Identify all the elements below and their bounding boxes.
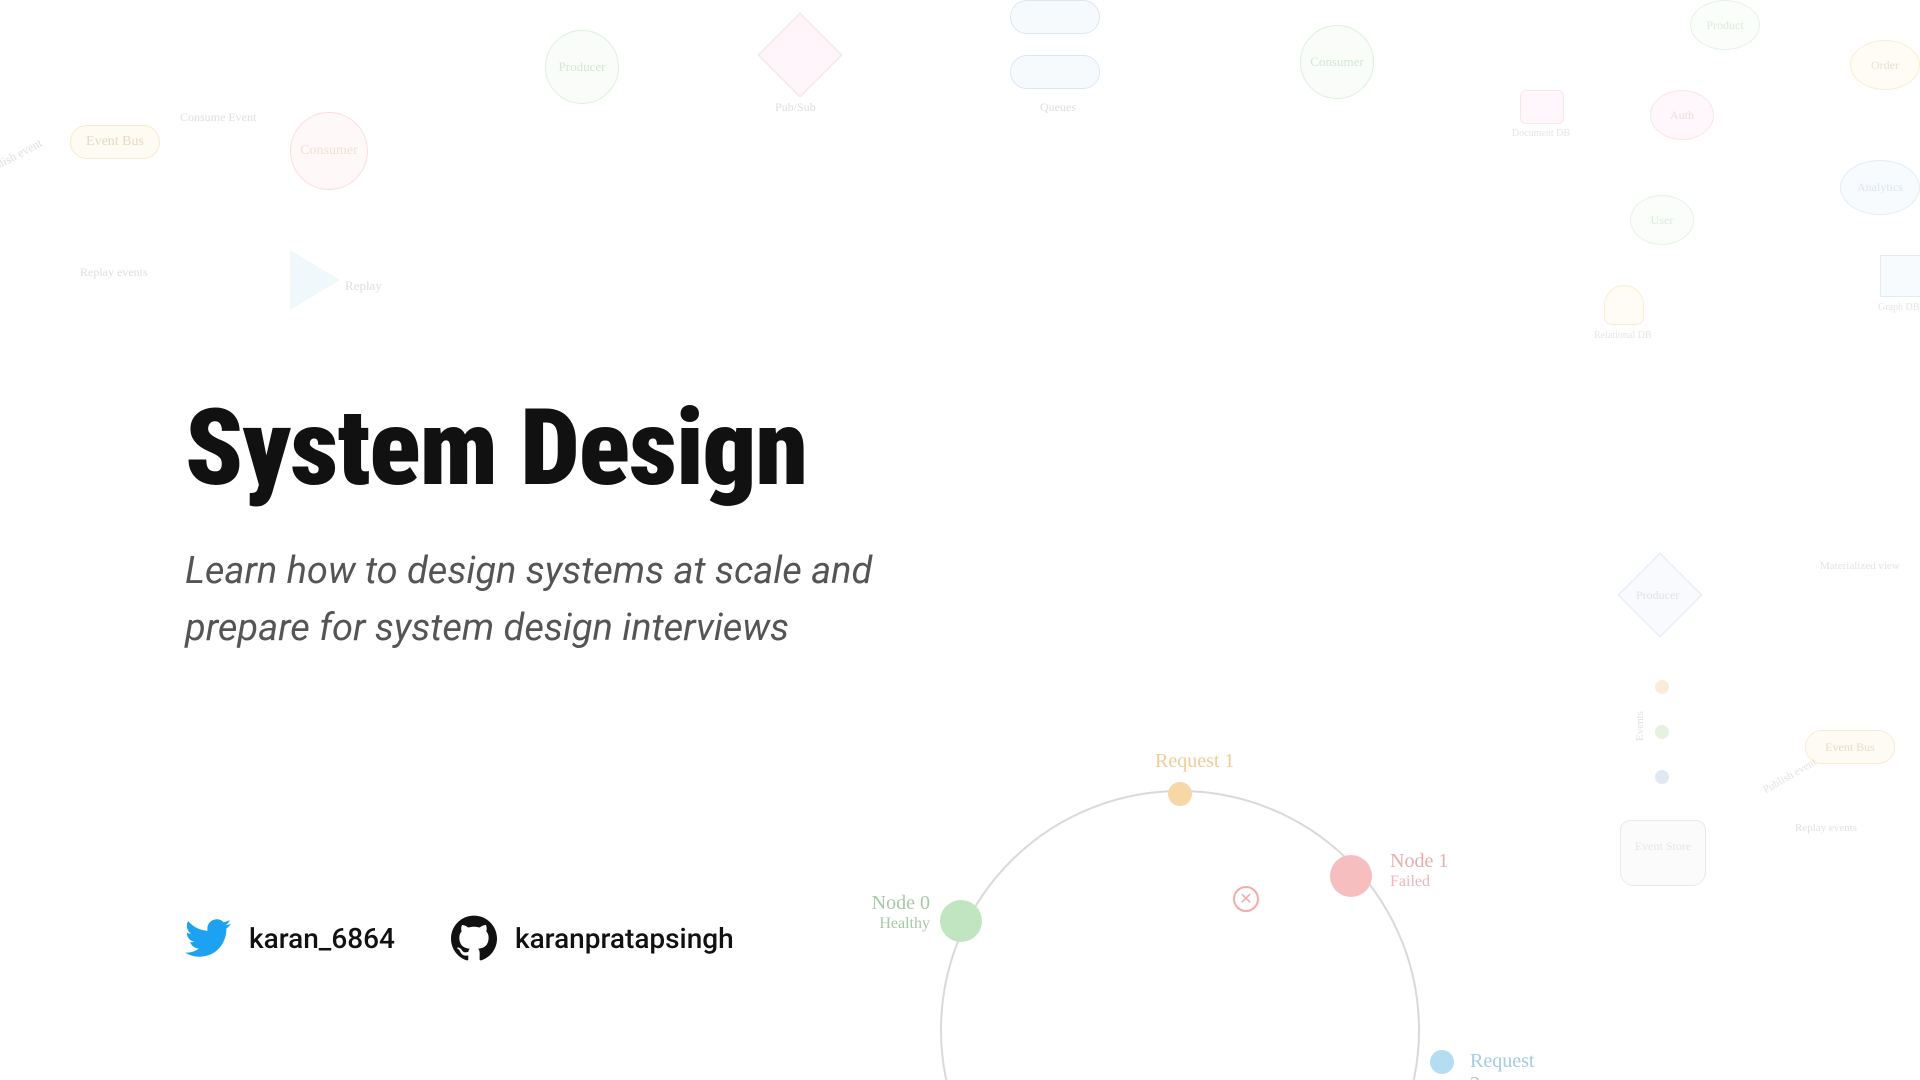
social-links: karan_6864 karanpratapsingh <box>185 915 734 961</box>
node-0-name: Node 0 <box>872 892 930 914</box>
hash-ring-shape <box>940 790 1420 1080</box>
request-1-shape <box>1168 782 1192 806</box>
request-1-label: Request 1 <box>1155 750 1234 773</box>
graph-db-shape <box>1880 255 1920 297</box>
bg-diagram-top-left: Event Bus Consumer Consume Event Replay … <box>0 50 400 310</box>
producer-label: Producer <box>1636 588 1679 603</box>
node-0-shape <box>940 900 982 942</box>
auth-node: Auth <box>1650 90 1714 140</box>
queues-label: Queues <box>1040 100 1076 115</box>
events-label: Events <box>1634 711 1646 741</box>
replay-label: Replay <box>345 278 382 294</box>
request-2-label: Request 2 <box>1470 1050 1534 1080</box>
twitter-link[interactable]: karan_6864 <box>185 915 395 961</box>
pubsub-label: Pub/Sub <box>775 100 816 115</box>
hero-content: System Design Learn how to design system… <box>185 395 1005 657</box>
node-1-shape <box>1330 855 1372 897</box>
node-1-label: Node 1 Failed <box>1390 850 1448 891</box>
event-store-shape: Event Store <box>1620 820 1706 886</box>
relational-db-label: Relational DB <box>1594 330 1652 341</box>
failed-cross-icon: ✕ <box>1233 886 1259 912</box>
node-1-name: Node 1 <box>1390 850 1448 872</box>
request-2-shape <box>1430 1050 1454 1074</box>
consumer-shape: Consumer <box>290 112 368 190</box>
consumer-shape: Consumer <box>1300 25 1374 99</box>
twitter-handle: karan_6864 <box>249 922 395 955</box>
materialized-view-label: Materialized view <box>1820 560 1900 572</box>
bg-diagram-top-center: Producer Pub/Sub Queues Consumer <box>520 0 1400 170</box>
order-node: Order <box>1850 40 1920 90</box>
event-bus-shape: Event Bus <box>70 125 160 159</box>
product-node: Product <box>1690 0 1760 50</box>
slide-canvas: Event Bus Consumer Consume Event Replay … <box>0 0 1920 1080</box>
page-title: System Design <box>185 395 1005 501</box>
bg-diagram-bottom-right: Producer Materialized view Events Event … <box>1570 560 1920 1080</box>
document-db-label: Document DB <box>1512 128 1570 139</box>
queue-shape <box>1010 55 1100 89</box>
bg-diagram-bottom-center: ✕ Request 1 Node 0 Healthy Node 1 Failed… <box>880 710 1500 1080</box>
page-subtitle: Learn how to design systems at scale and… <box>185 543 1005 657</box>
node-0-label: Node 0 Healthy <box>800 892 930 933</box>
node-1-status: Failed <box>1390 873 1448 891</box>
publish-event-label: Publish event <box>0 136 45 180</box>
replay-events-label: Replay events <box>80 265 148 280</box>
analytics-node: Analytics <box>1840 160 1920 215</box>
bg-diagram-top-right: Product Order Auth User Analytics Docume… <box>1500 0 1920 370</box>
consume-event-label: Consume Event <box>180 110 256 125</box>
replay-triangle-icon <box>290 250 340 310</box>
github-handle: karanpratapsingh <box>515 922 734 955</box>
queue-shape <box>1010 0 1100 34</box>
relational-db-shape <box>1604 285 1644 325</box>
user-node: User <box>1630 195 1694 245</box>
event-bus-shape: Event Bus <box>1805 730 1895 764</box>
document-db-shape <box>1520 90 1564 124</box>
replay-events-label: Replay events <box>1795 822 1857 834</box>
github-link[interactable]: karanpratapsingh <box>451 915 734 961</box>
event-dot-icon <box>1655 725 1669 739</box>
event-dot-icon <box>1655 680 1669 694</box>
github-icon <box>451 915 497 961</box>
event-dot-icon <box>1655 770 1669 784</box>
pubsub-shape <box>758 13 843 98</box>
producer-shape: Producer <box>545 30 619 104</box>
graph-db-label: Graph DB <box>1878 302 1919 313</box>
publish-event-label: Publish event <box>1761 756 1819 796</box>
node-0-status: Healthy <box>800 915 930 933</box>
twitter-icon <box>185 915 231 961</box>
